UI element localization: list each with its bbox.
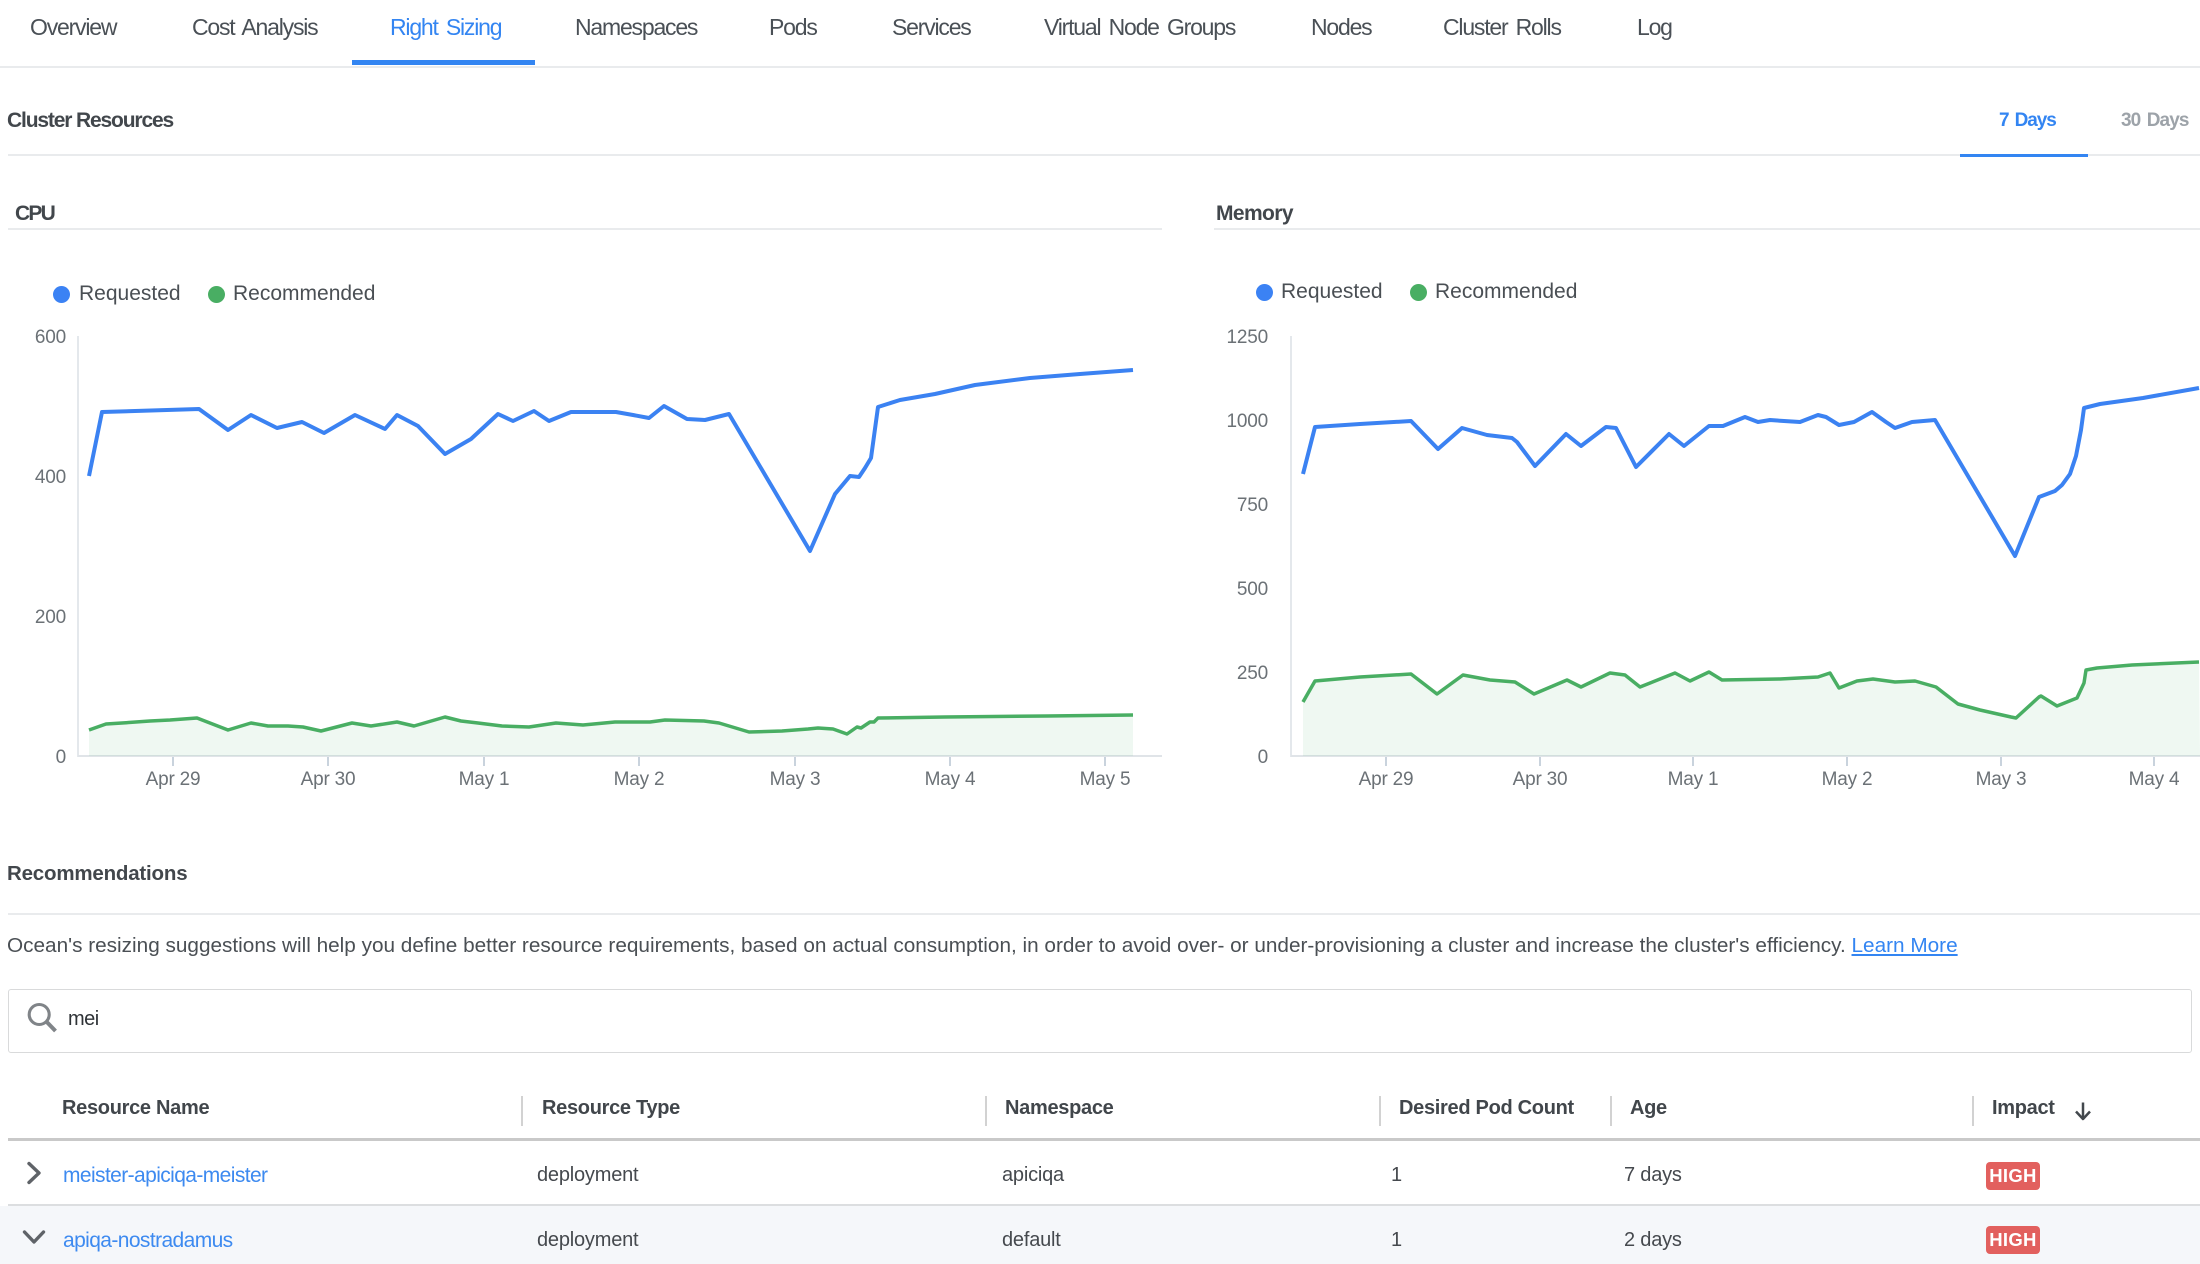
svg-text:500: 500 xyxy=(1237,579,1268,600)
svg-text:Apr 30: Apr 30 xyxy=(301,769,356,790)
svg-text:250: 250 xyxy=(1237,663,1268,684)
svg-text:May 1: May 1 xyxy=(1668,769,1719,790)
svg-text:May 5: May 5 xyxy=(1080,769,1131,790)
svg-text:May 1: May 1 xyxy=(459,769,510,790)
svg-text:1250: 1250 xyxy=(1227,327,1268,348)
svg-text:1000: 1000 xyxy=(1227,411,1268,432)
svg-text:400: 400 xyxy=(35,467,66,488)
svg-text:0: 0 xyxy=(1258,747,1268,768)
svg-text:200: 200 xyxy=(35,607,66,628)
svg-text:Apr 29: Apr 29 xyxy=(1359,769,1414,790)
svg-text:600: 600 xyxy=(35,327,66,348)
svg-text:Apr 29: Apr 29 xyxy=(146,769,201,790)
svg-text:May 3: May 3 xyxy=(770,769,821,790)
svg-text:May 4: May 4 xyxy=(925,769,976,790)
svg-text:May 3: May 3 xyxy=(1976,769,2027,790)
svg-text:May 4: May 4 xyxy=(2129,769,2180,790)
svg-text:Apr 30: Apr 30 xyxy=(1513,769,1568,790)
svg-text:May 2: May 2 xyxy=(1822,769,1873,790)
svg-text:0: 0 xyxy=(56,747,66,768)
svg-text:750: 750 xyxy=(1237,495,1268,516)
svg-text:May 2: May 2 xyxy=(614,769,665,790)
